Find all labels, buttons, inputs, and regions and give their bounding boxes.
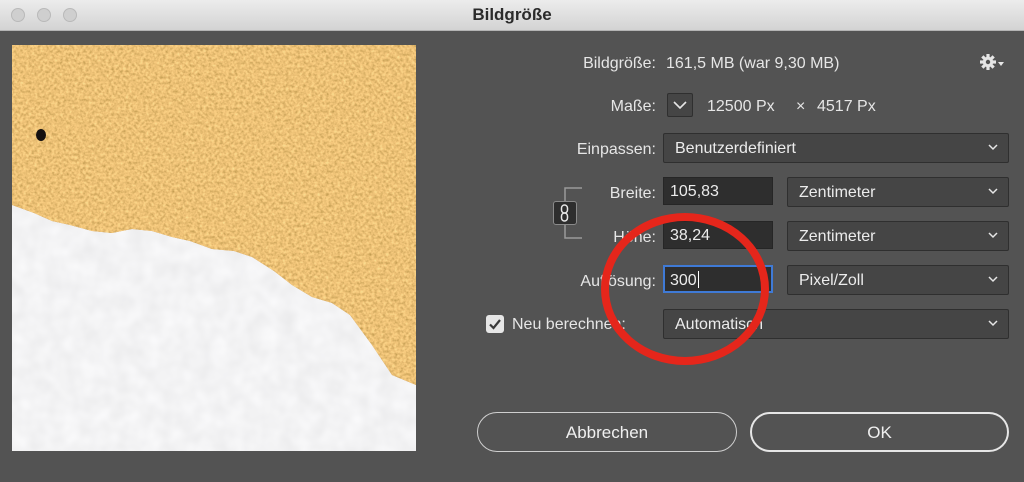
chevron-down-icon xyxy=(988,320,998,327)
dimensions-times: × xyxy=(796,98,806,115)
title-bar: Bildgröße xyxy=(0,0,1024,31)
chevron-down-icon xyxy=(673,101,687,110)
fit-to-value: Benutzerdefiniert xyxy=(675,140,796,157)
chevron-down-icon xyxy=(988,232,998,239)
height-unit-select[interactable]: Zentimeter xyxy=(787,221,1009,251)
width-unit-select[interactable]: Zentimeter xyxy=(787,177,1009,207)
annotation-circle xyxy=(601,213,769,365)
fit-to-select[interactable]: Benutzerdefiniert xyxy=(663,133,1009,163)
constrain-proportions-toggle[interactable] xyxy=(553,201,577,225)
width-label: Breite: xyxy=(609,185,656,202)
preview-image xyxy=(12,45,416,451)
checkmark-icon xyxy=(489,319,501,330)
width-input[interactable]: 105,83 xyxy=(663,177,773,205)
image-preview[interactable] xyxy=(12,45,416,451)
resample-checkbox[interactable] xyxy=(486,315,504,333)
chevron-down-icon xyxy=(988,276,998,283)
gear-icon[interactable] xyxy=(979,53,1005,71)
image-size-label: Bildgröße: xyxy=(583,55,656,72)
chain-link-icon xyxy=(560,204,569,222)
dimensions-width: 12500 Px xyxy=(707,98,775,115)
height-unit-value: Zentimeter xyxy=(799,228,876,245)
chevron-down-icon xyxy=(988,144,998,151)
width-unit-value: Zentimeter xyxy=(799,184,876,201)
chevron-down-icon xyxy=(988,188,998,195)
ok-button[interactable]: OK xyxy=(750,412,1009,452)
dimensions-unit-dropdown[interactable] xyxy=(667,93,693,117)
resolution-unit-select[interactable]: Pixel/Zoll xyxy=(787,265,1009,295)
dimensions-label: Maße: xyxy=(610,98,656,115)
dimensions-height: 4517 Px xyxy=(817,98,876,115)
cancel-button[interactable]: Abbrechen xyxy=(477,412,737,452)
fit-to-label: Einpassen: xyxy=(576,141,656,158)
resolution-unit-value: Pixel/Zoll xyxy=(799,272,864,289)
window-title: Bildgröße xyxy=(472,5,552,24)
image-size-value: 161,5 MB (war 9,30 MB) xyxy=(666,55,840,72)
